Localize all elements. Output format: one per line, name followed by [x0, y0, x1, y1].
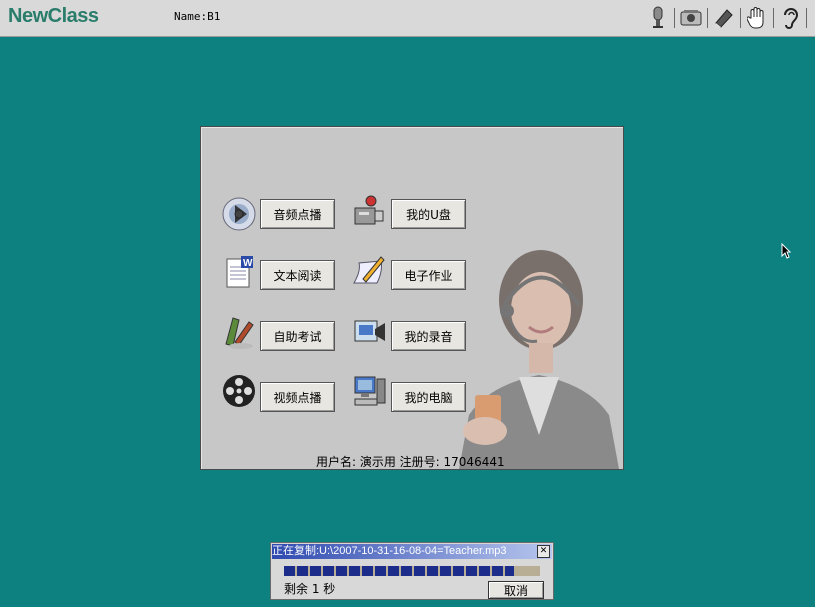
ear-icon[interactable]: [776, 4, 804, 32]
teacher-illustration: [459, 250, 619, 469]
toolbar-divider: [773, 8, 774, 28]
copy-progress-bar: [284, 566, 540, 576]
svg-text:W: W: [243, 258, 253, 269]
my-usb-button[interactable]: 我的U盘: [391, 199, 466, 229]
speaker-icon[interactable]: [677, 4, 705, 32]
film-reel-icon[interactable]: [221, 373, 257, 409]
hand-icon[interactable]: [743, 4, 771, 32]
microphone-icon[interactable]: [644, 4, 672, 32]
cancel-button[interactable]: 取消: [488, 581, 544, 599]
my-recordings-button[interactable]: 我的录音: [391, 321, 466, 351]
toolbar-divider: [740, 8, 741, 28]
pencil-icon[interactable]: [710, 4, 738, 32]
copy-progress-dialog: 正在复制:U:\2007-10-31-16-08-04=Teacher.mp3 …: [270, 542, 554, 600]
app-logo: NewClass: [8, 5, 99, 27]
toolbar-divider: [806, 8, 807, 28]
toolbar: [644, 4, 809, 32]
close-icon[interactable]: ✕: [537, 545, 550, 558]
usb-drive-icon[interactable]: [351, 194, 387, 230]
toolbar-divider: [674, 8, 675, 28]
user-registration-info: 用户名: 演示用 注册号: 17046441: [316, 455, 505, 469]
my-computer-icon[interactable]: [351, 373, 387, 409]
homework-icon[interactable]: [351, 253, 387, 289]
toolbar-divider: [707, 8, 708, 28]
top-bar: NewClass Name:B1: [0, 0, 815, 37]
recording-icon[interactable]: [351, 313, 387, 349]
self-exam-button[interactable]: 自助考试: [260, 321, 335, 351]
remaining-time: 剩余 1 秒: [284, 582, 336, 596]
audio-on-demand-button[interactable]: 音频点播: [260, 199, 335, 229]
video-on-demand-button[interactable]: 视频点播: [260, 382, 335, 412]
my-computer-button[interactable]: 我的电脑: [391, 382, 466, 412]
text-reading-button[interactable]: 文本阅读: [260, 260, 335, 290]
mouse-cursor-icon: [781, 243, 791, 259]
word-document-icon[interactable]: W: [221, 255, 257, 291]
main-menu-panel: W 音频点播 文本阅读 自助考试 视频点播 我的U盘 电子作业 我的录音 我的电…: [200, 126, 624, 470]
exam-icon[interactable]: [221, 314, 257, 350]
dialog-title: 正在复制:U:\2007-10-31-16-08-04=Teacher.mp3: [272, 544, 552, 559]
name-label: Name:B1: [174, 10, 221, 23]
e-homework-button[interactable]: 电子作业: [391, 260, 466, 290]
progress-fill: [284, 566, 515, 576]
audio-disc-icon[interactable]: [221, 196, 257, 232]
